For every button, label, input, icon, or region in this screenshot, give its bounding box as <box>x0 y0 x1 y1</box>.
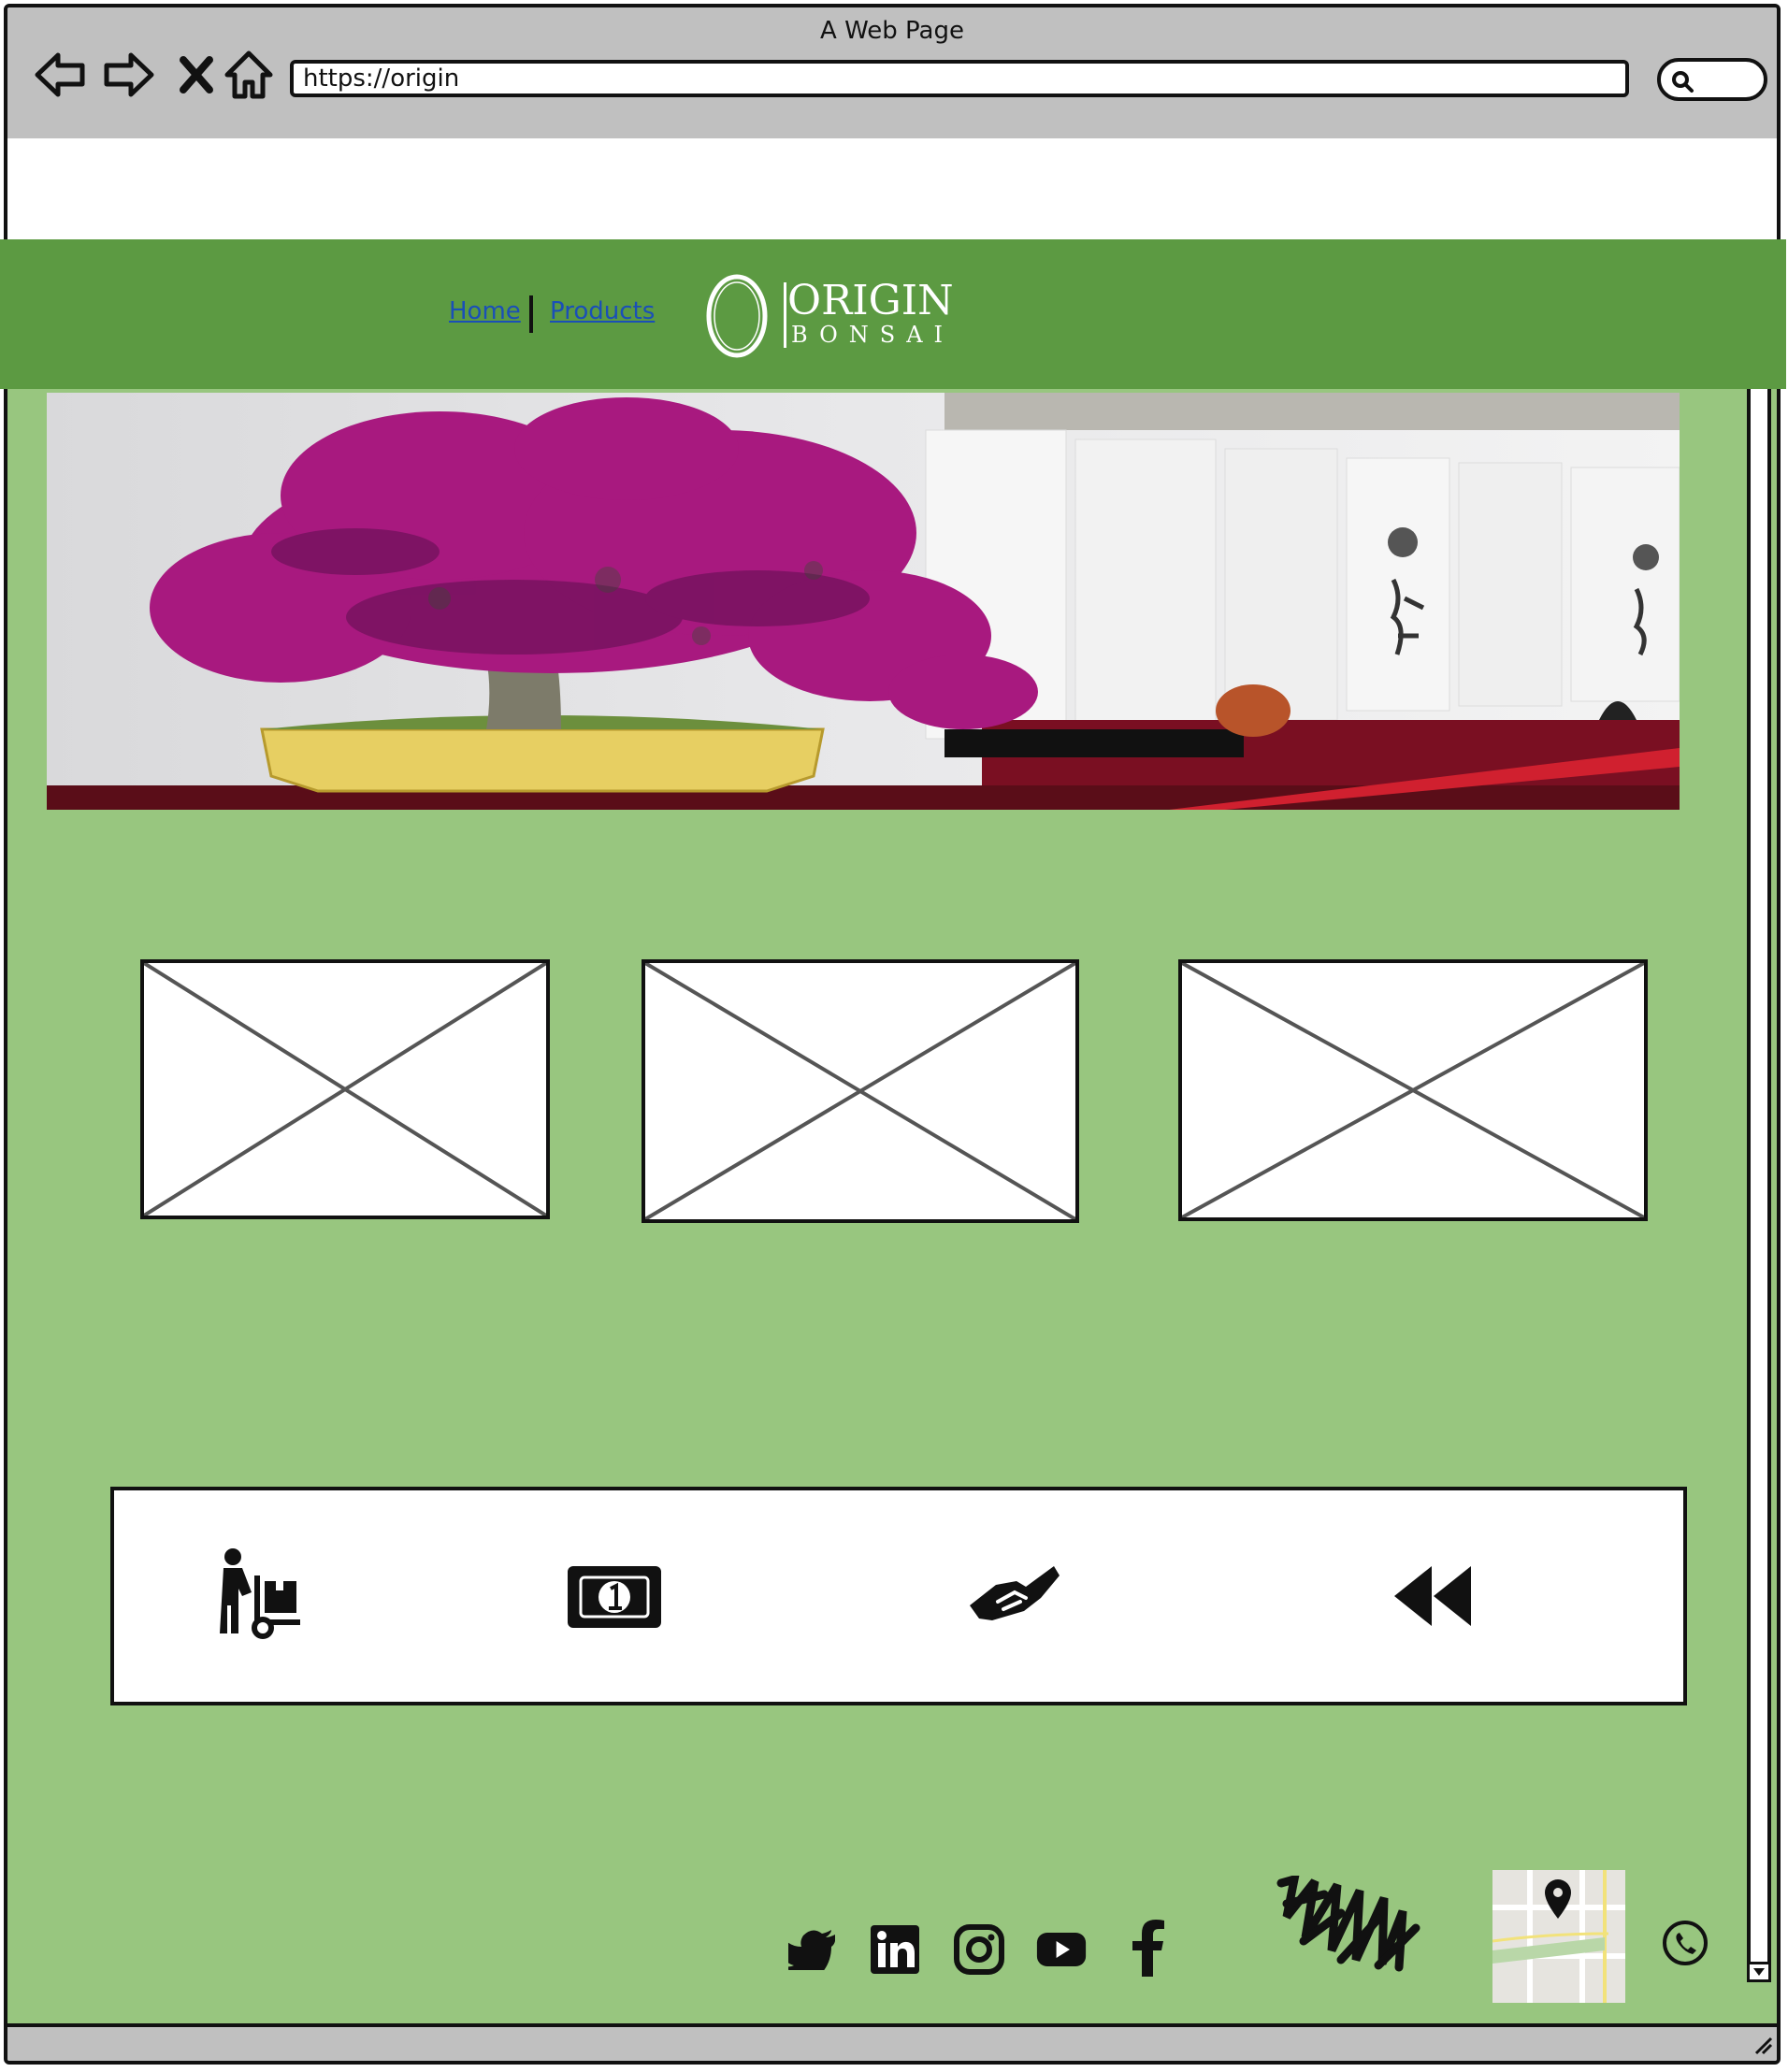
browser-toolbar-strip <box>7 138 1777 243</box>
site-logo[interactable] <box>703 271 778 366</box>
browser-titlebar: A Web Page https://origin <box>7 7 1777 142</box>
logo-divider <box>784 282 786 348</box>
scribble-logo <box>1276 1873 1463 1987</box>
address-bar[interactable]: https://origin <box>290 60 1629 97</box>
placeholder-cross-icon <box>645 963 1075 1219</box>
resize-grip-icon <box>1754 2036 1773 2055</box>
instagram-icon[interactable] <box>954 1924 1004 1975</box>
logo-wordmark: ORIGIN <box>787 277 954 324</box>
nav-products-link[interactable]: Products <box>550 297 655 325</box>
bonsai-photo <box>47 393 1680 810</box>
twitter-icon[interactable] <box>787 1924 838 1975</box>
scroll-down-button[interactable] <box>1747 1962 1771 1982</box>
placeholder-cross-icon <box>1182 963 1644 1217</box>
stop-button[interactable] <box>166 45 226 105</box>
nav-separator <box>529 295 533 333</box>
search-field[interactable] <box>1657 58 1767 101</box>
back-arrow-icon <box>35 52 85 97</box>
vertical-scrollbar[interactable] <box>1747 243 1771 1977</box>
logo-ring-icon <box>706 274 768 358</box>
delivery-icon <box>213 1545 316 1648</box>
rewind-icon[interactable] <box>1382 1545 1485 1648</box>
image-placeholder-3 <box>1178 959 1648 1221</box>
forward-button[interactable] <box>99 45 159 105</box>
forward-arrow-icon <box>104 52 154 97</box>
browser-statusbar <box>7 2023 1777 2061</box>
back-button[interactable] <box>30 45 90 105</box>
handshake-icon <box>963 1545 1066 1648</box>
window-title: A Web Page <box>820 17 964 45</box>
money-icon <box>563 1545 666 1648</box>
image-placeholder-2 <box>642 959 1079 1223</box>
logo-subtitle: BONSAI <box>791 322 955 348</box>
hero-image <box>47 393 1680 810</box>
chevron-down-icon <box>1753 1968 1765 1976</box>
linkedin-icon[interactable] <box>870 1924 920 1975</box>
search-icon <box>1672 71 1694 93</box>
nav-home-link[interactable]: Home <box>449 297 521 325</box>
home-icon <box>224 50 273 99</box>
close-icon <box>180 56 213 94</box>
youtube-icon[interactable] <box>1036 1924 1087 1975</box>
phone-icon[interactable] <box>1661 1919 1709 1972</box>
home-button[interactable] <box>219 45 279 105</box>
image-placeholder-1 <box>140 959 550 1219</box>
facebook-icon[interactable] <box>1122 1920 1173 1977</box>
map-thumbnail[interactable] <box>1492 1870 1625 2003</box>
placeholder-cross-icon <box>144 963 546 1216</box>
